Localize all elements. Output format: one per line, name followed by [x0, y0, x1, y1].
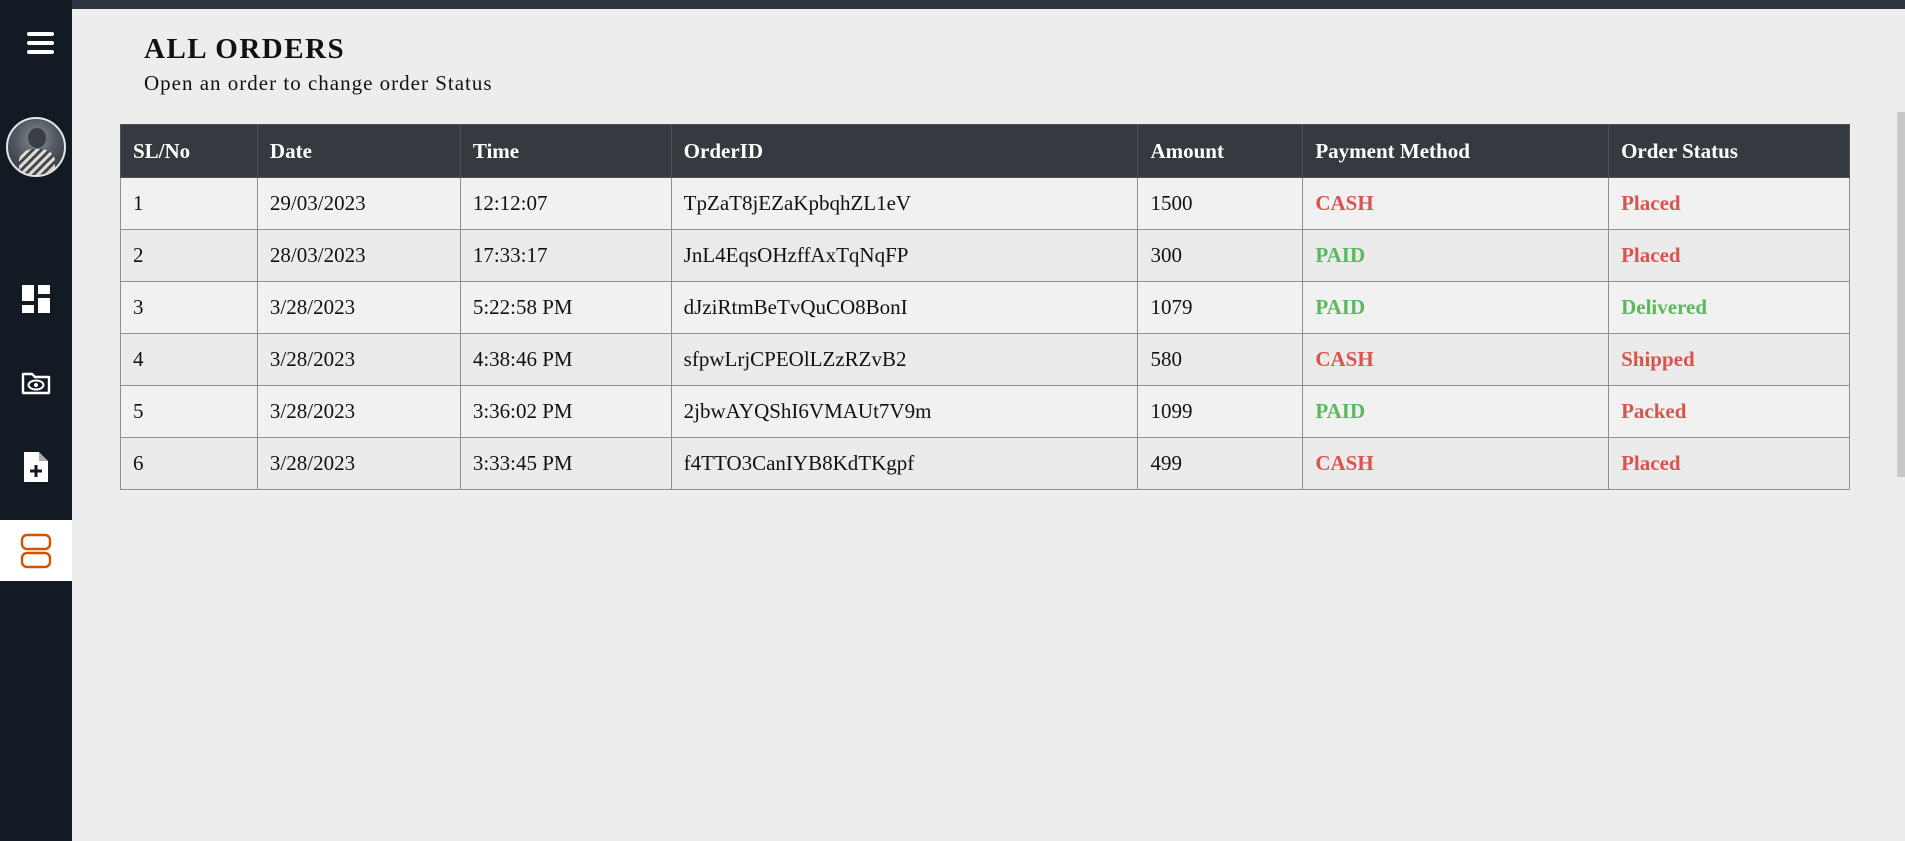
cell-amount: 1079	[1137, 281, 1304, 334]
column-header-sl-no[interactable]: SL/No	[120, 124, 258, 178]
column-header-order-status[interactable]: Order Status	[1608, 124, 1850, 178]
cell-order-id[interactable]: f4TTO3CanIYB8KdTKgpf	[670, 437, 1139, 490]
cell-time: 17:33:17	[459, 229, 672, 282]
cell-date: 3/28/2023	[256, 437, 461, 490]
cell-amount: 499	[1137, 437, 1304, 490]
cell-payment-method: PAID	[1302, 281, 1610, 334]
sidebar	[0, 0, 72, 841]
column-header-time[interactable]: Time	[459, 124, 672, 178]
file-add-icon[interactable]	[0, 439, 72, 495]
orders-icon[interactable]	[0, 520, 72, 581]
cell-amount: 300	[1137, 229, 1304, 282]
table-row[interactable]: 2 28/03/2023 17:33:17 JnL4EqsOHzffAxTqNq…	[120, 229, 1850, 282]
cell-payment-method: PAID	[1302, 229, 1610, 282]
column-header-payment-method[interactable]: Payment Method	[1302, 124, 1610, 178]
folder-eye-icon[interactable]	[0, 355, 72, 411]
cell-order-status: Placed	[1608, 177, 1850, 230]
table-row[interactable]: 1 29/03/2023 12:12:07 TpZaT8jEZaKpbqhZL1…	[120, 177, 1850, 230]
dashboard-icon[interactable]	[0, 271, 72, 327]
scrollbar-thumb[interactable]	[1897, 112, 1905, 477]
cell-date: 3/28/2023	[256, 333, 461, 386]
cell-payment-method: CASH	[1302, 177, 1610, 230]
cell-amount: 1500	[1137, 177, 1304, 230]
cell-order-status: Placed	[1608, 437, 1850, 490]
table-row[interactable]: 3 3/28/2023 5:22:58 PM dJziRtmBeTvQuCO8B…	[120, 281, 1850, 334]
cell-order-id[interactable]: 2jbwAYQShI6VMAUt7V9m	[670, 385, 1139, 438]
cell-payment-method: PAID	[1302, 385, 1610, 438]
top-bar	[0, 0, 1905, 9]
cell-order-status: Delivered	[1608, 281, 1850, 334]
cell-order-status: Packed	[1608, 385, 1850, 438]
cell-time: 12:12:07	[459, 177, 672, 230]
cell-date: 3/28/2023	[256, 281, 461, 334]
column-header-date[interactable]: Date	[256, 124, 461, 178]
table-row[interactable]: 4 3/28/2023 4:38:46 PM sfpwLrjCPEOlLZzRZ…	[120, 333, 1850, 386]
cell-sl-no: 3	[120, 281, 258, 334]
table-header-row: SL/No Date Time OrderID Amount Payment M…	[120, 124, 1850, 178]
page-subtitle: Open an order to change order Status	[144, 71, 493, 95]
cell-time: 4:38:46 PM	[459, 333, 672, 386]
cell-order-id[interactable]: dJziRtmBeTvQuCO8BonI	[670, 281, 1139, 334]
cell-time: 5:22:58 PM	[459, 281, 672, 334]
menu-icon[interactable]	[22, 27, 62, 61]
cell-date: 28/03/2023	[256, 229, 461, 282]
column-header-order-id[interactable]: OrderID	[670, 124, 1139, 178]
cell-order-id[interactable]: sfpwLrjCPEOlLZzRZvB2	[670, 333, 1139, 386]
cell-order-status: Placed	[1608, 229, 1850, 282]
cell-order-id[interactable]: JnL4EqsOHzffAxTqNqFP	[670, 229, 1139, 282]
cell-date: 3/28/2023	[256, 385, 461, 438]
cell-amount: 1099	[1137, 385, 1304, 438]
page-title: ALL ORDERS	[144, 33, 346, 65]
table-row[interactable]: 6 3/28/2023 3:33:45 PM f4TTO3CanIYB8KdTK…	[120, 437, 1850, 490]
table-row[interactable]: 5 3/28/2023 3:36:02 PM 2jbwAYQShI6VMAUt7…	[120, 385, 1850, 438]
cell-time: 3:36:02 PM	[459, 385, 672, 438]
cell-order-status: Shipped	[1608, 333, 1850, 386]
cell-sl-no: 4	[120, 333, 258, 386]
cell-payment-method: CASH	[1302, 333, 1610, 386]
cell-sl-no: 6	[120, 437, 258, 490]
avatar[interactable]	[6, 117, 66, 177]
cell-sl-no: 5	[120, 385, 258, 438]
cell-sl-no: 1	[120, 177, 258, 230]
cell-order-id[interactable]: TpZaT8jEZaKpbqhZL1eV	[670, 177, 1139, 230]
cell-payment-method: CASH	[1302, 437, 1610, 490]
column-header-amount[interactable]: Amount	[1137, 124, 1304, 178]
cell-sl-no: 2	[120, 229, 258, 282]
cell-amount: 580	[1137, 333, 1304, 386]
cell-date: 29/03/2023	[256, 177, 461, 230]
orders-table: SL/No Date Time OrderID Amount Payment M…	[120, 124, 1850, 490]
main-content: ALL ORDERS Open an order to change order…	[72, 9, 1905, 841]
cell-time: 3:33:45 PM	[459, 437, 672, 490]
